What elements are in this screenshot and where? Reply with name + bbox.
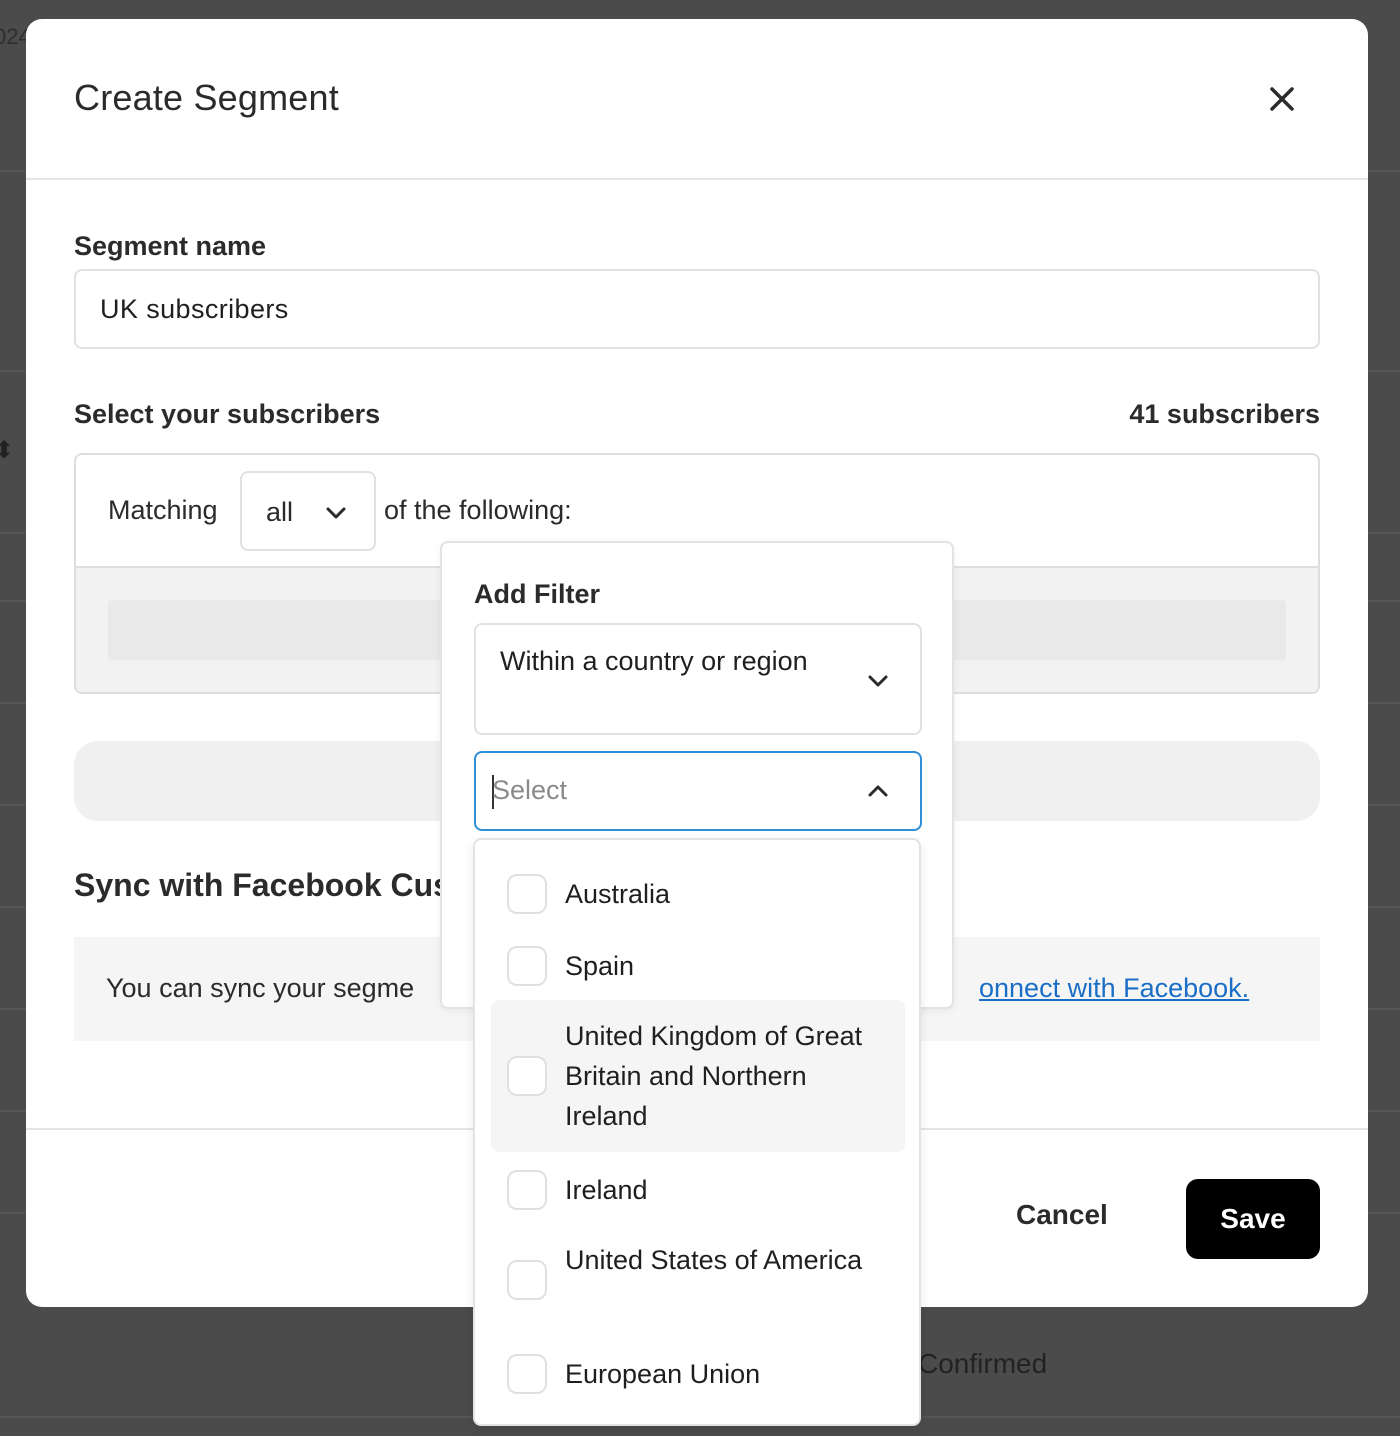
save-button[interactable]: Save xyxy=(1186,1179,1320,1259)
subscriber-count: 41 subscribers xyxy=(1129,399,1320,429)
connect-facebook-link[interactable]: onnect with Facebook. xyxy=(979,973,1249,1004)
filter-type-value: Within a country or region xyxy=(500,646,808,676)
country-option-united-states[interactable]: United States of America xyxy=(491,1232,905,1332)
option-label: United Kingdom of Great Britain and Nort… xyxy=(565,1021,863,1131)
chevron-down-icon xyxy=(868,675,888,687)
country-options-list: Australia Spain United Kingdom of Great … xyxy=(473,838,921,1426)
close-icon xyxy=(1270,87,1294,111)
facebook-sync-text: You can sync your segme xyxy=(106,973,415,1003)
close-button[interactable] xyxy=(1262,79,1302,119)
segment-name-input[interactable] xyxy=(74,269,1320,349)
matching-select[interactable]: all xyxy=(240,471,376,551)
facebook-sync-title: Sync with Facebook Cus xyxy=(74,867,451,903)
country-option-australia[interactable]: Australia xyxy=(491,862,905,926)
select-subscribers-label: Select your subscribers xyxy=(74,399,381,429)
option-label: Spain xyxy=(565,951,635,981)
country-option-ireland[interactable]: Ireland xyxy=(491,1158,905,1222)
option-label: European Union xyxy=(565,1359,761,1389)
add-filter-title: Add Filter xyxy=(474,579,600,609)
option-label: United States of America xyxy=(565,1245,863,1275)
filter-type-select[interactable]: Within a country or region xyxy=(474,623,922,735)
cancel-button[interactable]: Cancel xyxy=(1016,1199,1108,1231)
country-option-european-union[interactable]: European Union xyxy=(491,1342,905,1406)
sort-icon: ⬍ xyxy=(0,437,15,464)
country-select-input[interactable]: Select xyxy=(474,751,922,831)
country-option-spain[interactable]: Spain xyxy=(491,934,905,998)
option-checkbox[interactable] xyxy=(507,1260,547,1300)
option-checkbox[interactable] xyxy=(507,1056,547,1096)
matching-select-value: all xyxy=(266,497,294,527)
matching-prefix: Matching xyxy=(108,495,218,525)
country-option-united-kingdom[interactable]: United Kingdom of Great Britain and Nort… xyxy=(491,1000,905,1152)
option-label: Australia xyxy=(565,879,671,909)
option-checkbox[interactable] xyxy=(507,1354,547,1394)
modal-header: Create Segment xyxy=(26,19,1368,180)
segment-name-label: Segment name xyxy=(74,231,267,261)
bg-status-text: Confirmed xyxy=(918,1348,1048,1379)
chevron-up-icon xyxy=(868,785,888,797)
chevron-down-icon xyxy=(326,507,346,519)
option-checkbox[interactable] xyxy=(507,874,547,914)
modal-title: Create Segment xyxy=(74,77,339,118)
option-checkbox[interactable] xyxy=(507,946,547,986)
country-select-placeholder: Select xyxy=(492,775,568,805)
matching-suffix: of the following: xyxy=(384,495,572,525)
option-checkbox[interactable] xyxy=(507,1170,547,1210)
option-label: Ireland xyxy=(565,1175,648,1205)
